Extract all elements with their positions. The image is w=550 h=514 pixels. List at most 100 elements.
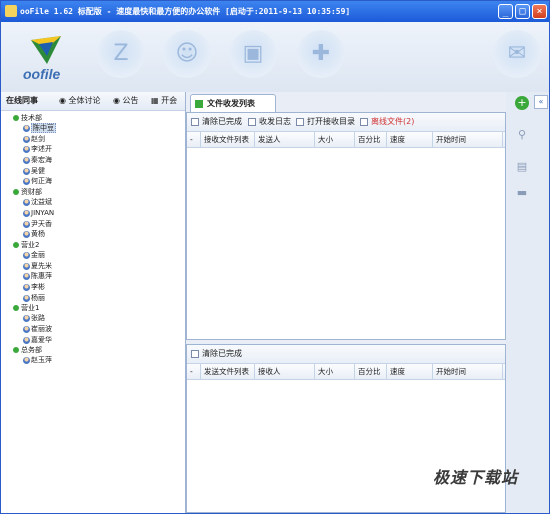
- user-name: 张路: [31, 314, 45, 323]
- transfer-area: 文件收发列表 清除已完成 收发日志 打开接收目录 离线文件(2) - 接收文件列表…: [186, 92, 506, 513]
- expand-icon[interactable]: [13, 347, 19, 354]
- tab-announcement[interactable]: ◉ 公告: [113, 92, 139, 110]
- chat-icon[interactable]: ✉: [493, 30, 541, 78]
- user-icon: [23, 220, 30, 228]
- expand-icon[interactable]: [13, 189, 19, 196]
- expand-icon[interactable]: [13, 305, 19, 312]
- online-colleagues-label: 在线同事: [6, 96, 38, 105]
- column-header[interactable]: -: [187, 132, 201, 147]
- user-name: 崔丽波: [31, 325, 52, 333]
- column-header[interactable]: 发送人: [255, 132, 315, 147]
- column-header[interactable]: 百分比: [355, 132, 387, 147]
- column-header[interactable]: 发送文件列表: [201, 364, 255, 379]
- tree-user[interactable]: 何正海: [1, 176, 185, 187]
- tree-user[interactable]: 赵玉萍: [1, 355, 185, 366]
- safe-icon[interactable]: ▣: [229, 30, 277, 78]
- tree-user[interactable]: JINYAN: [1, 208, 185, 219]
- tree-user[interactable]: 陈中豆: [1, 123, 185, 134]
- user-icon: [23, 178, 30, 186]
- tree-user[interactable]: 黄杨: [1, 229, 185, 240]
- tree-user[interactable]: 吴健: [1, 166, 185, 177]
- tree-user[interactable]: 赵剑: [1, 134, 185, 145]
- tab-file-transfer-list[interactable]: 文件收发列表: [190, 94, 276, 112]
- maximize-button[interactable]: □: [515, 4, 530, 19]
- column-header[interactable]: 大小: [315, 132, 355, 147]
- tree-user[interactable]: 张路: [1, 313, 185, 324]
- user-name: 何正海: [31, 177, 52, 186]
- column-header[interactable]: 速度: [387, 364, 433, 379]
- tree-user[interactable]: 夏先米: [1, 261, 185, 272]
- user-icon: [23, 125, 30, 132]
- colleague-panel-header: 在线同事 ◉ 全体讨论 ◉ 公告 ▦ 开会: [1, 92, 185, 111]
- user-icon: [23, 199, 30, 207]
- open-receive-folder-button[interactable]: 打开接收目录: [295, 113, 355, 131]
- tree-group[interactable]: 营业1: [1, 303, 185, 313]
- tree-group[interactable]: 技术部: [1, 113, 185, 123]
- column-header[interactable]: 速度: [387, 132, 433, 147]
- contacts-icon[interactable]: ☺: [163, 30, 211, 78]
- expand-icon[interactable]: [13, 241, 19, 248]
- column-header[interactable]: 大小: [315, 364, 355, 379]
- expand-icon[interactable]: [13, 115, 19, 121]
- close-button[interactable]: ×: [532, 4, 547, 19]
- offline-icon: [360, 118, 368, 126]
- column-header[interactable]: 开始时间: [433, 364, 503, 379]
- tree-user[interactable]: 杨丽: [1, 293, 185, 304]
- column-header[interactable]: 开始时间: [433, 132, 503, 147]
- brush-icon[interactable]: ⚲: [515, 128, 529, 142]
- tree-user[interactable]: 陈惠萍: [1, 271, 185, 282]
- colleague-panel: 在线同事 ◉ 全体讨论 ◉ 公告 ▦ 开会 技术部 陈中豆 赵剑 李述开 秦宏海 吴健 何正…: [1, 92, 186, 513]
- tree-user[interactable]: 沈益斌: [1, 197, 185, 208]
- tab-meeting[interactable]: ▦ 开会: [151, 92, 177, 110]
- user-icon: [23, 326, 30, 333]
- tree-user[interactable]: 李述开: [1, 144, 185, 155]
- clear-completed-button[interactable]: 清除已完成: [190, 113, 242, 131]
- add-icon[interactable]: +: [515, 96, 529, 110]
- user-name: 沈益斌: [31, 198, 52, 207]
- column-header[interactable]: -: [187, 364, 201, 379]
- user-name: 嘉爱华: [31, 335, 52, 344]
- column-header[interactable]: 接收文件列表: [201, 132, 255, 147]
- settings-icon[interactable]: ✚: [297, 30, 345, 78]
- tree-user[interactable]: 嘉爱华: [1, 335, 185, 346]
- send-file-icon[interactable]: Z: [97, 30, 145, 78]
- user-name: 赵剑: [31, 134, 45, 143]
- collapse-button[interactable]: «: [534, 95, 548, 109]
- transfer-tab-icon: [195, 100, 203, 108]
- card-icon[interactable]: ▬: [515, 186, 529, 200]
- title-bar[interactable]: ooFile 1.62 标配版 - 速度最快和最方便的办公软件 [启动于:201…: [1, 1, 549, 22]
- receive-pane: 清除已完成 收发日志 打开接收目录 离线文件(2) - 接收文件列表 发送人 大小 百分…: [186, 112, 506, 340]
- note-icon[interactable]: ▤: [515, 160, 529, 174]
- transfer-log-button[interactable]: 收发日志: [247, 113, 291, 131]
- send-column-header: - 发送文件列表 接收人 大小 百分比 速度 开始时间: [187, 364, 505, 380]
- tree-group[interactable]: 资财部: [1, 187, 185, 197]
- offline-files-button[interactable]: 离线文件(2): [359, 113, 414, 131]
- tree-user[interactable]: 崔丽波: [1, 324, 185, 335]
- group-label: 营业2: [21, 240, 40, 249]
- watermark: 极速下载站: [433, 470, 519, 487]
- user-icon: [23, 167, 30, 175]
- column-header[interactable]: 百分比: [355, 364, 387, 379]
- tab-all-discussion[interactable]: ◉ 全体讨论: [59, 92, 101, 110]
- tree-user[interactable]: 金丽: [1, 250, 185, 261]
- tree-group[interactable]: 总务部: [1, 345, 185, 355]
- app-icon: [5, 5, 17, 17]
- minimize-button[interactable]: _: [498, 4, 513, 19]
- tree-user[interactable]: 秦宏海: [1, 155, 185, 166]
- clear-completed-send-button[interactable]: 清除已完成: [190, 345, 242, 363]
- column-header[interactable]: 接收人: [255, 364, 315, 379]
- colleague-tree[interactable]: 技术部 陈中豆 赵剑 李述开 秦宏海 吴健 何正海 资财部 沈益斌 JINYAN 尹天香 黄杨 营业2 金…: [1, 111, 185, 366]
- user-name: 夏先米: [31, 261, 52, 270]
- tree-group[interactable]: 营业2: [1, 240, 185, 250]
- user-icon: [23, 357, 30, 365]
- user-icon: [23, 135, 30, 143]
- user-name: 李彬: [31, 282, 45, 291]
- user-name: 秦宏海: [31, 156, 52, 165]
- tab-strip: 文件收发列表: [186, 92, 506, 112]
- user-name: 赵玉萍: [31, 356, 52, 365]
- user-icon: [23, 231, 30, 239]
- tree-user[interactable]: 尹天香: [1, 219, 185, 230]
- tree-user[interactable]: 李彬: [1, 282, 185, 293]
- clear-icon: [191, 350, 199, 358]
- user-name: 金丽: [31, 250, 45, 259]
